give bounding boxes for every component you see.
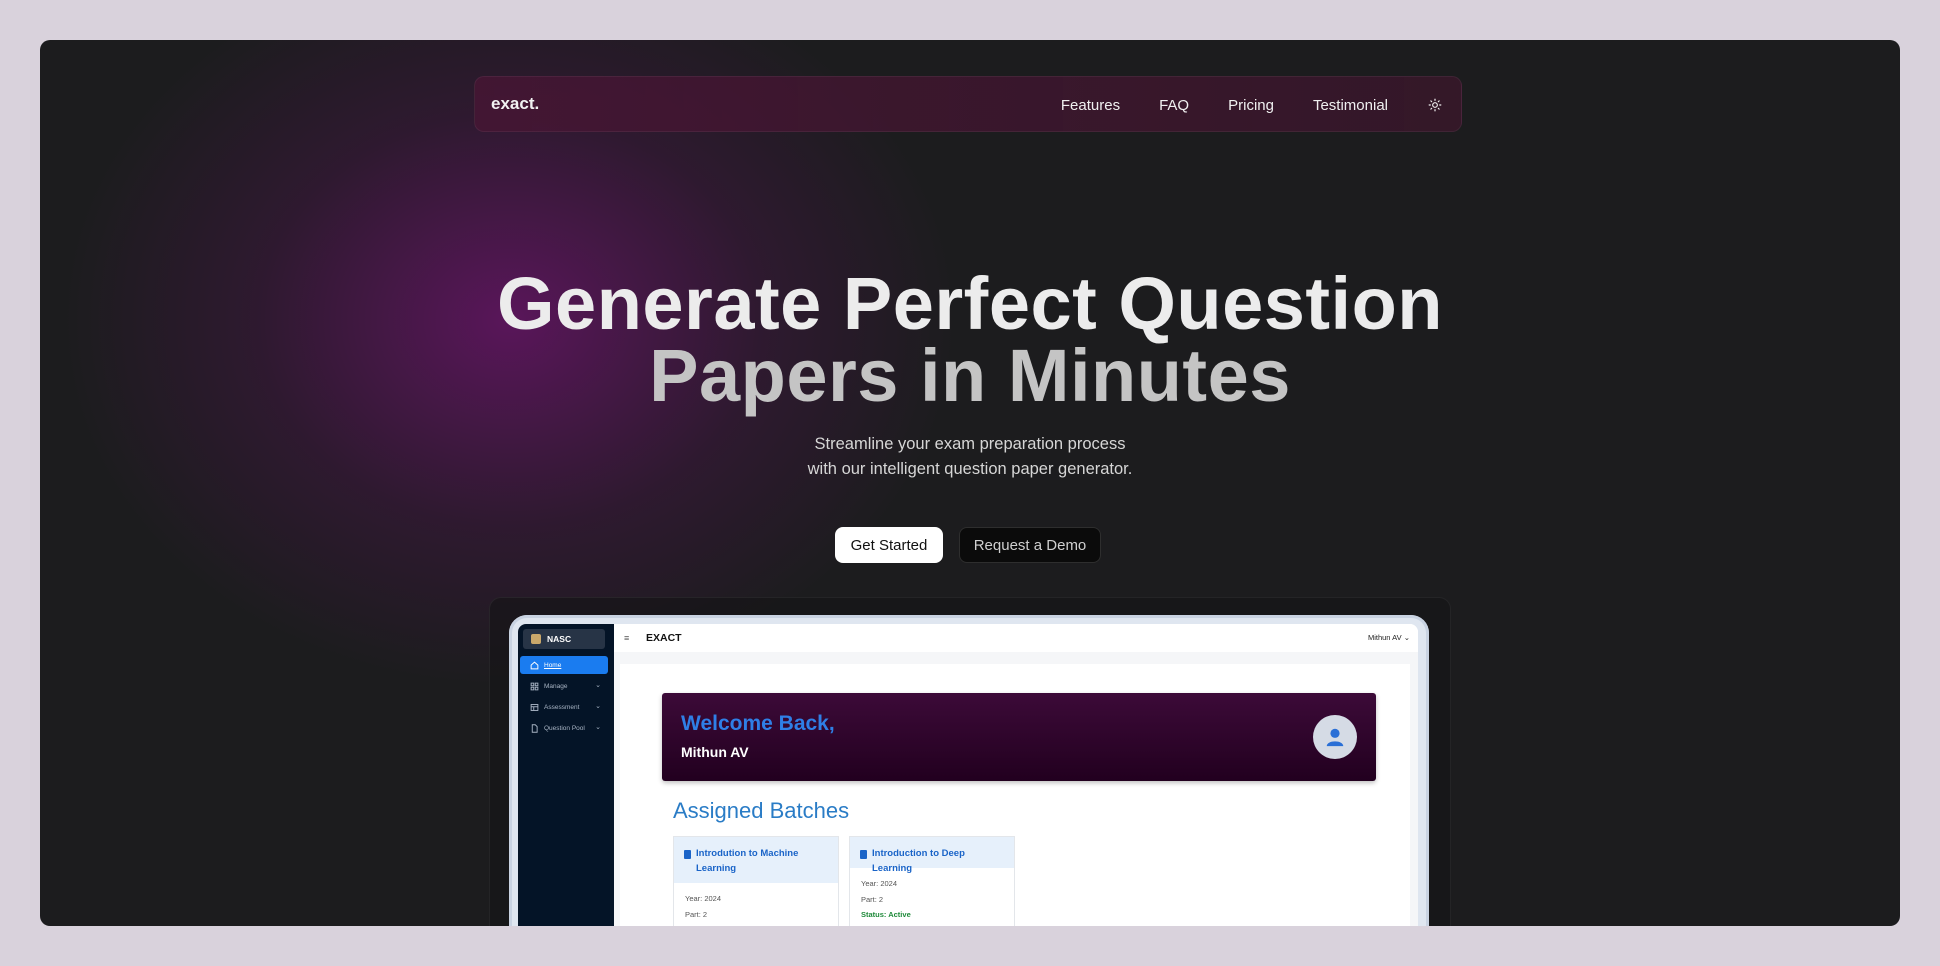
preview-sidebar-brand: NASC (523, 629, 605, 649)
app-preview-screenshot: NASC Home Manage ⌄ Assessment ⌄ Question… (518, 624, 1418, 926)
request-demo-button[interactable]: Request a Demo (959, 527, 1101, 563)
preview-sidebar-label: Manage (544, 682, 568, 690)
preview-sidebar-item-manage[interactable]: Manage ⌄ (520, 677, 608, 695)
menu-icon[interactable]: ≡ (624, 633, 634, 643)
book-icon (860, 850, 867, 859)
assigned-batches-heading: Assigned Batches (673, 798, 850, 823)
preview-sidebar-label: Home (544, 661, 562, 669)
nav-links: Features FAQ Pricing Testimonial (1061, 77, 1443, 133)
batch-card-year: Year: 2024 (685, 894, 722, 903)
batch-card-title: Introduction to Deep Learning (872, 848, 965, 874)
preview-sidebar-item-home[interactable]: Home (520, 656, 608, 674)
nav-link-pricing[interactable]: Pricing (1228, 97, 1274, 114)
batch-card-header: Introduction to Deep Learning (850, 837, 1014, 874)
nav-link-faq[interactable]: FAQ (1159, 97, 1189, 114)
landing-page-frame: exact. Features FAQ Pricing Testimonial … (40, 40, 1900, 926)
hero-headline: Generate Perfect Question Papers in Minu… (40, 262, 1900, 417)
document-icon (530, 723, 539, 733)
chevron-down-icon: ⌄ (595, 682, 601, 689)
preview-user-menu[interactable]: Mithun AV ⌄ (1368, 633, 1410, 642)
batch-card-status: Status: Active (861, 910, 911, 919)
table-icon (530, 703, 539, 712)
preview-sidebar: NASC Home Manage ⌄ Assessment ⌄ Question… (518, 624, 614, 926)
top-navbar: exact. Features FAQ Pricing Testimonial (474, 76, 1462, 132)
home-icon (530, 660, 539, 670)
sun-icon[interactable] (1427, 97, 1443, 113)
batch-card[interactable]: Introduction to Deep Learning Year: 2024… (849, 836, 1015, 926)
book-icon (684, 850, 691, 859)
preview-sidebar-label: Question Pool (544, 724, 585, 732)
brand-logo[interactable]: exact. (491, 94, 539, 114)
batch-card-year: Year: 2024 (861, 879, 898, 888)
preview-content-panel: Welcome Back, Mithun AV Assigned Batches… (620, 664, 1410, 926)
batch-card-body: Year: 2024 Part: 2 (674, 883, 838, 926)
hero-headline-line1: Generate Perfect Question (496, 262, 1444, 345)
preview-user-name: Mithun AV (1367, 633, 1402, 642)
batch-card-body: Year: 2024 Part: 2 Status: Active (850, 868, 1014, 926)
hero-subtitle: Streamline your exam preparation process… (40, 432, 1900, 482)
preview-content: Welcome Back, Mithun AV Assigned Batches… (614, 652, 1418, 926)
hero-subtitle-line2: with our intelligent question paper gene… (807, 460, 1133, 478)
batch-card-part: Part: 2 (861, 894, 884, 904)
preview-sidebar-label: Assessment (544, 703, 580, 711)
welcome-banner: Welcome Back, Mithun AV (662, 693, 1376, 781)
hero-subtitle-line1: Streamline your exam preparation process (814, 435, 1126, 453)
welcome-user-name: Mithun AV (681, 744, 749, 760)
preview-brand-label: NASC (547, 634, 572, 644)
preview-app-title: EXACT (646, 632, 682, 644)
chevron-down-icon: ⌄ (1403, 633, 1410, 642)
preview-topbar: ≡ EXACT Mithun AV ⌄ (614, 624, 1418, 653)
batch-card-part: Part: 2 (685, 909, 708, 919)
preview-sidebar-item-assessment[interactable]: Assessment ⌄ (520, 698, 608, 716)
welcome-title: Welcome Back, (681, 712, 835, 735)
grid-icon (530, 682, 539, 691)
nav-link-testimonial[interactable]: Testimonial (1313, 97, 1388, 114)
preview-sidebar-item-question-pool[interactable]: Question Pool ⌄ (520, 719, 608, 737)
user-avatar-icon[interactable] (1313, 715, 1357, 759)
chevron-down-icon: ⌄ (595, 703, 601, 710)
get-started-button[interactable]: Get Started (835, 527, 943, 563)
batch-card-title: Introdution to Machine Learning (696, 848, 799, 874)
crest-icon (531, 634, 541, 644)
batch-card[interactable]: Introdution to Machine Learning Year: 20… (673, 836, 839, 926)
nav-link-features[interactable]: Features (1061, 97, 1120, 114)
batch-card-header: Introdution to Machine Learning (674, 837, 838, 883)
hero-headline-line2: Papers in Minutes (649, 334, 1291, 417)
chevron-down-icon: ⌄ (595, 724, 601, 731)
